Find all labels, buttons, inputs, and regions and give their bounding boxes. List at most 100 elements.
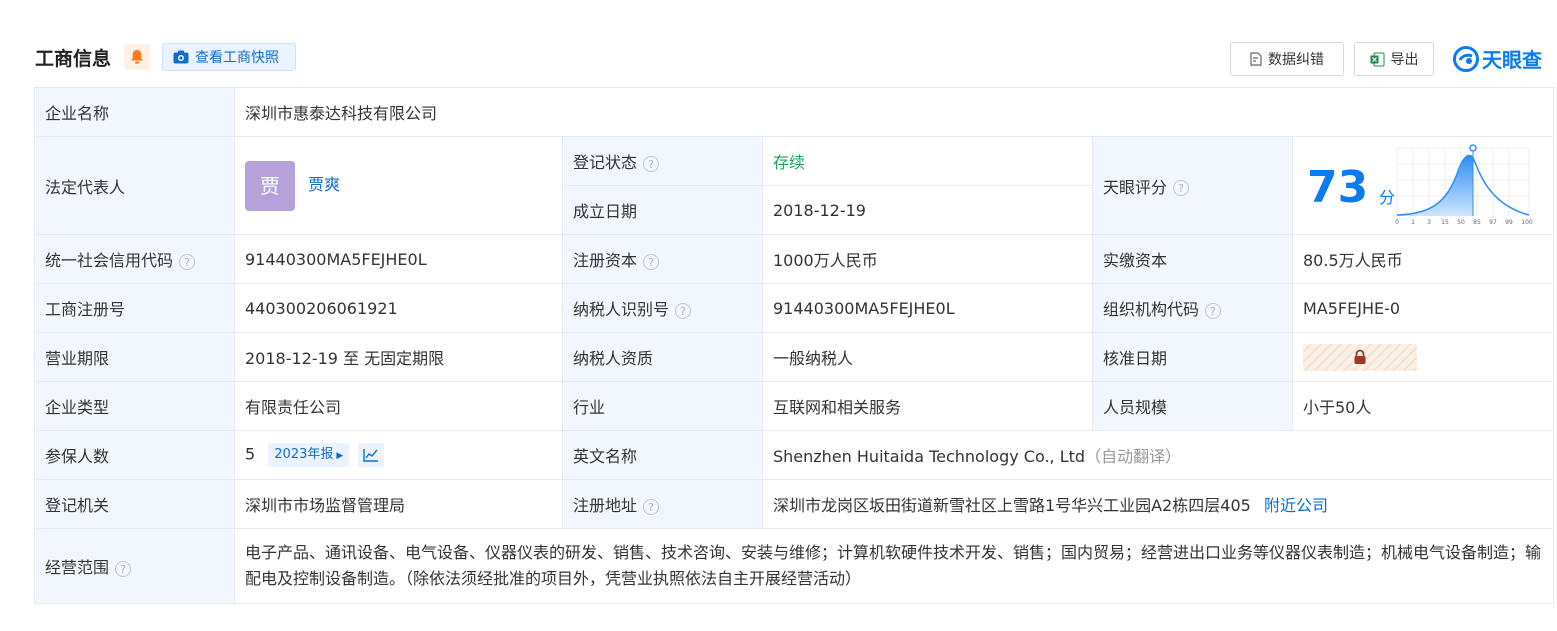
excel-icon [1370,52,1384,66]
term-value: 2018-12-19 至 无固定期限 [234,332,563,382]
legal-rep-link[interactable]: 贾爽 [308,175,340,194]
staff-size-label: 人员规模 [1092,381,1293,431]
reg-status-label: 登记状态 [573,153,638,172]
view-snapshot-button[interactable]: 查看工商快照 [162,43,296,71]
biz-reg-no-label: 工商注册号 [34,283,235,333]
english-name-value: Shenzhen Huitaida Technology Co., Ltd [773,447,1086,466]
help-icon[interactable]: ? [643,253,660,270]
table-row: 企业类型 有限责任公司 行业 互联网和相关服务 人员规模 小于50人 [34,381,1555,431]
found-date-label: 成立日期 [562,185,763,235]
export-button[interactable]: 导出 [1354,42,1434,76]
table-row: 工商注册号 440300206061921 纳税人识别号? 91440300MA… [34,283,1555,333]
tianyancha-logo: 天眼查 [1453,44,1542,73]
taxpayer-id-label-cell: 纳税人识别号? [562,283,763,333]
company-name-value: 深圳市惠泰达科技有限公司 [233,87,1555,137]
score-tick-label: 0 [1395,219,1399,226]
table-row: 参保人数 5 2023年报 ▶ 英文名称 Shenzhen Huitaida Te… [34,430,1555,480]
org-code-label-cell: 组织机构代码? [1092,283,1293,333]
legal-rep-label: 法定代表人 [34,136,235,235]
data-correction-button[interactable]: 数据纠错 [1230,42,1344,76]
tianyan-score-cell[interactable]: 73 分 0 1 3 15 50 85 97 99 100 [1291,136,1555,235]
caret-right-icon: ▶ [336,451,344,461]
insured-value: 5 [245,444,256,464]
term-label: 营业期限 [34,332,235,382]
help-icon[interactable]: ? [1205,302,1222,319]
reg-capital-value: 1000万人民币 [762,234,1093,284]
table-row: 统一社会信用代码? 91440300MA5FEJHE0L 注册资本? 1000万… [34,234,1555,284]
avatar[interactable]: 贾 [245,160,295,211]
tianyan-score-label: 天眼评分 [1103,177,1168,197]
view-snapshot-label: 查看工商快照 [195,50,279,66]
taxpayer-qual-label: 纳税人资质 [562,332,763,382]
score-distribution-chart: 0 1 3 15 50 85 97 99 100 [1395,143,1533,226]
org-code-value: MA5FEJHE-0 [1291,283,1555,333]
english-name-cell: Shenzhen Huitaida Technology Co., Ltd（自动… [761,430,1555,480]
table-row: 法定代表人 贾 贾爽 登记状态? 存续 天眼评分? 73 分 0 1 3 15 … [34,136,1555,235]
reg-authority-value: 深圳市市场监督管理局 [234,479,563,529]
reg-address-value: 深圳市龙岗区坂田街道新雪社区上雪路1号华兴工业园A2栋四层405 [773,496,1251,515]
score-tick-label: 85 [1473,219,1481,226]
insured-cell: 5 2023年报 ▶ [234,430,563,480]
reg-capital-label: 注册资本 [573,251,638,270]
table-row: 登记机关 深圳市市场监督管理局 注册地址? 深圳市龙岗区坂田街道新雪社区上雪路1… [34,479,1555,529]
nearby-companies-link[interactable]: 附近公司 [1264,496,1328,515]
taxpayer-qual-value: 一般纳税人 [762,332,1093,382]
annual-report-year-label: 2023年报 [274,447,334,462]
data-correction-label: 数据纠错 [1268,52,1324,68]
score-marker-pin [1469,143,1477,152]
brand-name: 天眼查 [1482,48,1542,72]
help-icon[interactable]: ? [643,155,660,172]
found-date-value: 2018-12-19 [762,185,1093,235]
reg-address-label: 注册地址 [573,496,638,515]
biz-reg-no-value: 440300206061921 [234,283,563,333]
score-tick-label: 99 [1505,219,1513,226]
tianyan-score-label-cell: 天眼评分? [1092,136,1293,235]
credit-code-label-cell: 统一社会信用代码? [34,234,235,284]
company-type-value: 有限责任公司 [234,381,563,431]
lock-icon [1354,349,1366,364]
score-tick-label: 50 [1457,219,1465,226]
section-header: 工商信息 查看工商快照 数据纠错 导出 天眼查 [35,40,1557,76]
company-type-label: 企业类型 [34,381,235,431]
scope-label: 经营范围 [45,558,110,577]
insured-label: 参保人数 [34,430,235,480]
bell-icon[interactable] [124,44,150,70]
auto-translate-note: （自动翻译） [1085,447,1182,466]
help-icon[interactable]: ? [179,253,196,270]
annual-report-year-button[interactable]: 2023年报 ▶ [268,443,350,467]
score-tick-label: 3 [1427,219,1431,226]
help-icon[interactable]: ? [675,302,692,319]
legal-rep-cell: 贾 贾爽 [234,136,563,235]
table-row: 企业名称 深圳市惠泰达科技有限公司 [34,87,1555,137]
org-code-label: 组织机构代码 [1103,300,1200,319]
industry-label: 行业 [562,381,763,431]
help-icon[interactable]: ? [1173,180,1190,196]
camera-icon [173,50,189,64]
locked-value-button[interactable] [1303,343,1417,371]
credit-code-label: 统一社会信用代码 [45,251,174,270]
credit-code-value: 91440300MA5FEJHE0L [234,234,563,284]
taxpayer-id-value: 91440300MA5FEJHE0L [762,283,1093,333]
status-badge: 存续 [773,153,806,172]
reg-authority-label: 登记机关 [34,479,235,529]
section-title: 工商信息 [35,48,112,70]
help-icon[interactable]: ? [115,560,132,577]
table-row: 经营范围? 电子产品、通讯设备、电气设备、仪器仪表的研发、销售、技术咨询、安装与… [34,528,1555,604]
score-tick-label: 1 [1411,219,1415,226]
document-edit-icon [1250,52,1262,66]
staff-size-value: 小于50人 [1291,381,1555,431]
taxpayer-id-label: 纳税人识别号 [573,300,670,319]
table-row: 营业期限 2018-12-19 至 无固定期限 纳税人资质 一般纳税人 核准日期 [34,332,1555,382]
approve-date-label: 核准日期 [1092,332,1293,382]
line-chart-icon [363,449,379,462]
score-tick-label: 97 [1489,219,1497,226]
export-label: 导出 [1390,52,1419,68]
score-unit: 分 [1379,187,1396,207]
help-icon[interactable]: ? [643,498,660,515]
trend-chart-button[interactable] [358,443,385,467]
reg-capital-label-cell: 注册资本? [562,234,763,284]
industry-value: 互联网和相关服务 [762,381,1093,431]
paid-capital-label: 实缴资本 [1092,234,1293,284]
reg-address-label-cell: 注册地址? [562,479,763,529]
approve-date-value [1291,332,1555,382]
